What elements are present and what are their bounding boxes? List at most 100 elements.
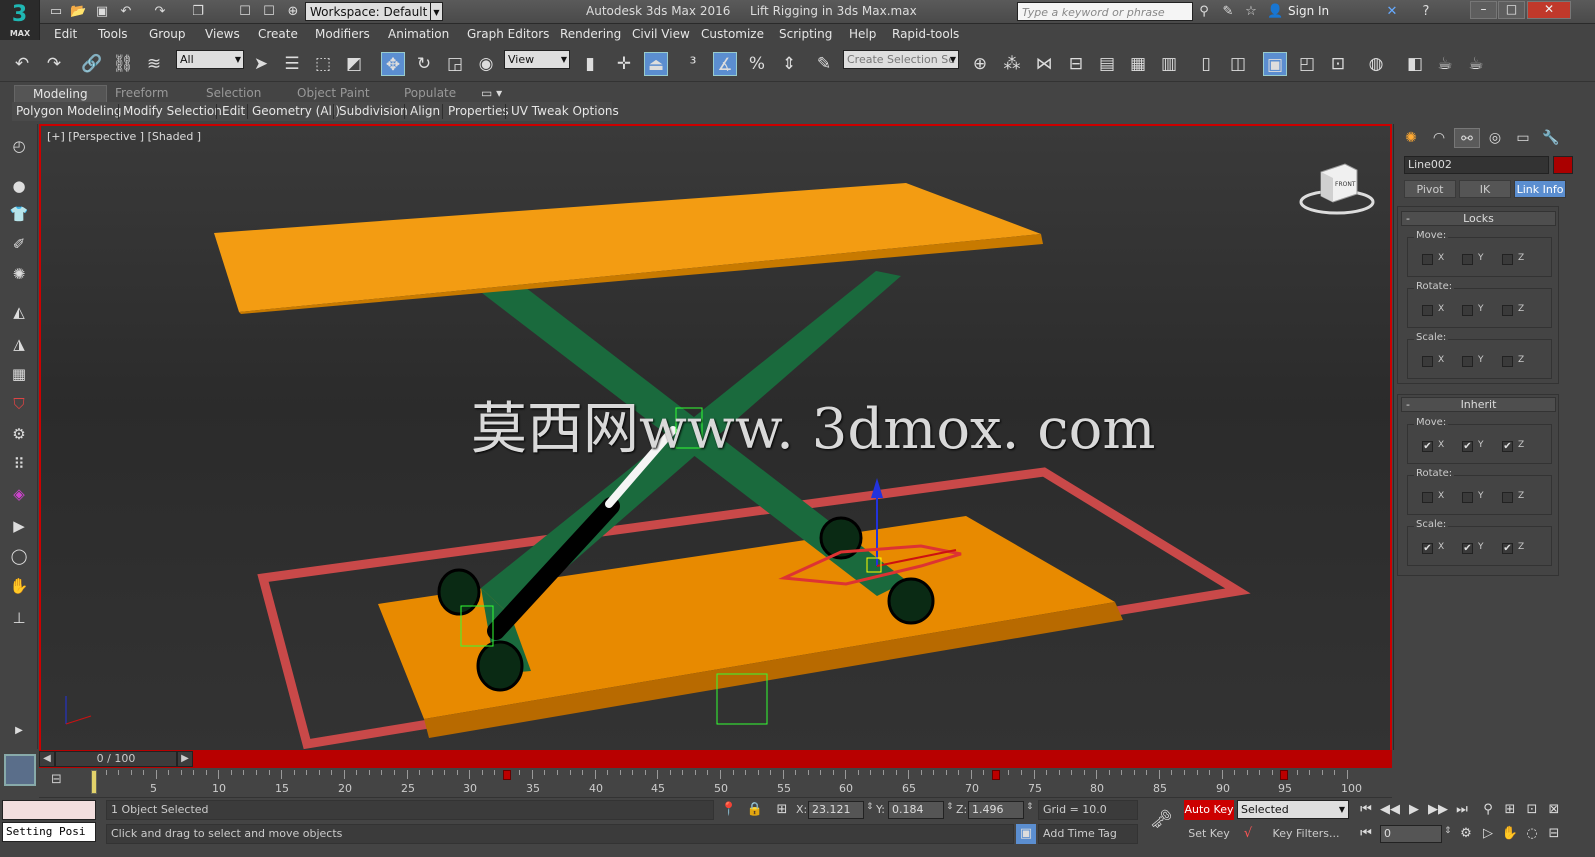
keyframe-marker[interactable] (1280, 770, 1288, 780)
window-icon[interactable]: ☐ (237, 4, 253, 20)
time-slider-thumb[interactable]: 0 / 100 (55, 751, 177, 767)
orbit-icon[interactable]: ◌ (1522, 824, 1542, 844)
project-folder-icon[interactable]: ❐ (190, 4, 206, 20)
motion-tab-icon[interactable]: ◎ (1482, 128, 1508, 148)
window-alt-icon[interactable]: ☐ (261, 4, 277, 20)
curve-editor-icon[interactable]: ▥ (1157, 52, 1181, 76)
menu-customize[interactable]: Customize (701, 27, 764, 41)
keyframe-marker[interactable] (503, 770, 511, 780)
locks-rotate-z-checkbox[interactable] (1502, 305, 1513, 316)
snaps-toggle-icon[interactable]: ³ (681, 52, 705, 76)
inherit-move-y-checkbox[interactable]: ✔ (1462, 441, 1473, 452)
inherit-rotate-y-checkbox[interactable] (1462, 492, 1473, 503)
keyframe-marker[interactable] (992, 770, 1000, 780)
inherit-rotate-x-checkbox[interactable] (1422, 492, 1433, 503)
grid-dots-icon[interactable]: ⠿ (7, 452, 31, 476)
render-cloud-icon[interactable]: ◍ (1364, 52, 1388, 76)
object-color-swatch[interactable] (1553, 156, 1573, 174)
display-tab-icon[interactable]: ▭ (1510, 128, 1536, 148)
y-spinner-icon[interactable]: ⇕ (946, 802, 954, 812)
window-crossing-icon[interactable]: ◩ (342, 52, 366, 76)
render-setup-icon[interactable]: ▣ (1263, 52, 1287, 76)
open-file-icon[interactable]: 📂 (70, 4, 86, 20)
close-button[interactable]: ✕ (1527, 1, 1571, 19)
select-place-icon[interactable]: ◉ (474, 52, 498, 76)
menu-graph-editors[interactable]: Graph Editors (467, 27, 549, 41)
menu-edit[interactable]: Edit (54, 27, 77, 41)
align-icon[interactable]: ⊟ (1064, 52, 1088, 76)
y-coord-field[interactable]: 0.184 (888, 801, 944, 819)
time-config-icon[interactable]: ⚙ (1456, 824, 1476, 844)
save-file-icon[interactable]: ▣ (94, 4, 110, 20)
communication-icon[interactable]: ✎ (1220, 4, 1236, 20)
locks-scale-x-checkbox[interactable] (1422, 356, 1433, 367)
select-object-icon[interactable]: ➤ (249, 52, 273, 76)
layer-manager-icon[interactable]: ▤ (1095, 52, 1119, 76)
field-of-view-icon[interactable]: ▷ (1478, 824, 1498, 844)
ribbon-properties[interactable]: Properties (448, 104, 509, 118)
subtab-link-info[interactable]: Link Info (1514, 180, 1566, 198)
modify-tab-icon[interactable]: ◠ (1426, 128, 1452, 148)
pan-hand-icon[interactable]: ✋ (7, 574, 31, 598)
isolate-icon[interactable]: 📍 (719, 800, 739, 820)
angle-snap-icon[interactable]: ∡ (713, 52, 737, 76)
binoculars-icon[interactable]: ⚲ (1196, 4, 1212, 20)
subtab-pivot[interactable]: Pivot (1404, 180, 1456, 198)
search-input[interactable]: Type a keyword or phrase (1017, 2, 1193, 21)
zoom-all-icon[interactable]: ⊞ (1500, 800, 1520, 820)
cloth-icon[interactable]: 👕 (7, 202, 31, 226)
mirror-icon[interactable]: ⋈ (1032, 52, 1056, 76)
redo-icon[interactable]: ↷ (42, 52, 66, 76)
rect-selection-icon[interactable]: ⬚ (311, 52, 335, 76)
track-bar[interactable]: ⊟ 5 10 15 20 25 30 35 40 45 50 55 60 65 70 75 80 85 90 95 1… (39, 768, 1392, 798)
key-mode-toggle-icon[interactable]: ⏮ (1356, 824, 1376, 844)
minimize-button[interactable]: – (1470, 1, 1497, 19)
named-selection-select[interactable]: Create Selection Se ▼ (843, 50, 959, 69)
locks-rollout-header[interactable]: - Locks (1401, 211, 1556, 226)
play-icon[interactable]: ▶ (7, 514, 31, 538)
frame-spinner-icon[interactable]: ⇕ (1444, 826, 1452, 836)
ribbon-options-icon[interactable]: ▭ ▾ (481, 85, 502, 102)
locks-move-x-checkbox[interactable] (1422, 254, 1433, 265)
locks-move-z-checkbox[interactable] (1502, 254, 1513, 265)
play-icon[interactable]: ▶ (1404, 800, 1424, 820)
inherit-move-z-checkbox[interactable]: ✔ (1502, 441, 1513, 452)
hierarchy-tab-icon[interactable]: ⚯ (1454, 128, 1480, 148)
keyframe-icon[interactable]: ◭ (7, 300, 31, 324)
menu-animation[interactable]: Animation (388, 27, 449, 41)
menu-group[interactable]: Group (149, 27, 186, 41)
shield-icon[interactable]: ⛉ (7, 392, 31, 416)
zoom-extents-icon[interactable]: ⊡ (1522, 800, 1542, 820)
time-slider[interactable]: ◀ 0 / 100 ▶ (39, 750, 1392, 768)
unlink-icon[interactable]: ⛓ (111, 52, 135, 76)
add-time-tag[interactable]: Add Time Tag (1038, 824, 1138, 844)
ribbon-modify-selection[interactable]: Modify Selection (123, 104, 222, 118)
locks-scale-z-checkbox[interactable] (1502, 356, 1513, 367)
x-spinner-icon[interactable]: ⇕ (866, 802, 874, 812)
expand-arrow-icon[interactable]: ▶ (7, 719, 31, 743)
menu-tools[interactable]: Tools (98, 27, 128, 41)
pivot-center-icon[interactable]: ▮ (578, 52, 602, 76)
star-icon[interactable]: ☆ (1243, 4, 1259, 20)
menu-help[interactable]: Help (849, 27, 876, 41)
inherit-rotate-z-checkbox[interactable] (1502, 492, 1513, 503)
menu-rendering[interactable]: Rendering (560, 27, 621, 41)
zoom-extents-all-icon[interactable]: ⊠ (1544, 800, 1564, 820)
user-icon[interactable]: 👤 (1267, 4, 1283, 20)
x-coord-field[interactable]: 23.121 (808, 801, 864, 819)
app-logo[interactable]: 3 MAX (0, 0, 40, 40)
previous-key-icon[interactable]: ◀◀ (1380, 800, 1400, 820)
keyboard-shortcut-override-icon[interactable]: ⏏ (644, 52, 668, 76)
graphite-toggle-icon[interactable]: ▦ (1126, 52, 1150, 76)
sign-in-button[interactable]: Sign In (1288, 4, 1329, 18)
menu-modifiers[interactable]: Modifiers (315, 27, 370, 41)
undo-icon[interactable]: ↶ (118, 4, 134, 20)
next-key-icon[interactable]: ▶▶ (1428, 800, 1448, 820)
create-tab-icon[interactable]: ✺ (1398, 128, 1424, 148)
particles-icon[interactable]: ✺ (7, 262, 31, 286)
time-tag-icon[interactable]: ▣ (1016, 824, 1036, 844)
ribbon-uv-tweak-options[interactable]: UV Tweak Options (511, 104, 619, 118)
subtab-ik[interactable]: IK (1459, 180, 1511, 198)
current-frame-field[interactable]: 0 (1380, 825, 1442, 843)
chevron-down-icon[interactable]: ▼ (431, 2, 443, 21)
